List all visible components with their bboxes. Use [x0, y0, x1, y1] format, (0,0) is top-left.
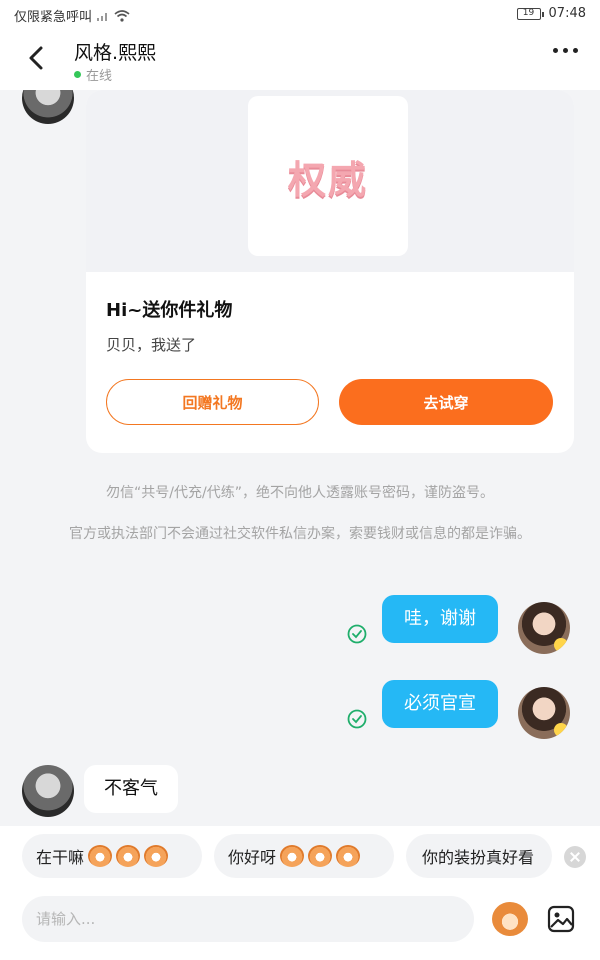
- carrier-text: 仅限紧急呼叫: [14, 10, 93, 25]
- input-bar: [0, 888, 600, 960]
- signal-icon: [97, 12, 108, 21]
- online-dot-icon: [74, 71, 81, 78]
- chat-header: 风格.熙熙 在线: [0, 28, 600, 90]
- contact-name: 风格.熙熙: [74, 42, 157, 64]
- contact-avatar[interactable]: [22, 765, 74, 817]
- sticker-icon[interactable]: [492, 902, 528, 936]
- contact-status: 在线: [74, 65, 112, 84]
- quick-reply-chip[interactable]: 你好呀: [214, 834, 394, 878]
- emoji-badge-icon: [554, 638, 568, 652]
- monkey-emoji-icon: [144, 845, 169, 867]
- delivered-check-icon: [347, 624, 367, 644]
- quick-reply-text: 你好呀: [228, 848, 277, 867]
- monkey-emoji-icon: [280, 845, 305, 867]
- close-icon[interactable]: [564, 846, 586, 868]
- message-bubble-outgoing[interactable]: 必须官宣: [382, 680, 498, 728]
- clock-text: 07:48: [548, 6, 586, 21]
- wifi-icon: [114, 9, 130, 22]
- security-notice: 勿信“共号/代充/代练”，绝不向他人透露账号密码，谨防盗号。: [106, 485, 494, 501]
- quick-reply-text: 你的装扮真好看: [422, 848, 535, 867]
- image-icon[interactable]: [546, 904, 576, 934]
- my-avatar[interactable]: [518, 602, 570, 654]
- monkey-emoji-icon: [336, 845, 361, 867]
- more-options-icon[interactable]: [553, 48, 578, 53]
- return-gift-button[interactable]: 回赠礼物: [106, 379, 319, 425]
- gift-description: 贝贝，我送了: [106, 336, 197, 354]
- gift-title: Hi~送你件礼物: [106, 300, 233, 321]
- quick-reply-bar: 在干嘛 你好呀 你的装扮真好看: [0, 826, 600, 888]
- my-avatar[interactable]: [518, 687, 570, 739]
- try-on-button[interactable]: 去试穿: [339, 379, 553, 425]
- message-input[interactable]: [22, 896, 474, 942]
- monkey-emoji-icon: [88, 845, 113, 867]
- status-left: 仅限紧急呼叫: [14, 6, 130, 25]
- emoji-badge-icon: [554, 723, 568, 737]
- status-right: 19 07:48: [516, 6, 586, 21]
- quick-reply-text: 在干嘛: [36, 848, 85, 867]
- battery-icon: 19: [516, 7, 544, 20]
- status-bar: 仅限紧急呼叫 19 07:48: [0, 0, 600, 28]
- message-bubble-outgoing[interactable]: 哇，谢谢: [382, 595, 498, 643]
- gift-image: 权威: [248, 96, 408, 256]
- chat-message-list[interactable]: 权威 Hi~送你件礼物 贝贝，我送了 回赠礼物 去试穿 勿信“共号/代充/代练”…: [0, 90, 600, 826]
- fraud-notice: 官方或执法部门不会通过社交软件私信办案，索要钱财或信息的都是诈骗。: [69, 526, 531, 542]
- quick-reply-chip[interactable]: 在干嘛: [22, 834, 202, 878]
- monkey-emoji-icon: [116, 845, 141, 867]
- quick-reply-chip[interactable]: 你的装扮真好看: [406, 834, 552, 878]
- gift-card[interactable]: 权威 Hi~送你件礼物 贝贝，我送了 回赠礼物 去试穿: [86, 90, 574, 453]
- contact-avatar[interactable]: [22, 90, 74, 124]
- message-bubble-incoming[interactable]: 不客气: [84, 765, 178, 813]
- monkey-emoji-icon: [308, 845, 333, 867]
- delivered-check-icon: [347, 709, 367, 729]
- gift-image-text: 权威: [287, 156, 368, 202]
- contact-status-text: 在线: [86, 69, 113, 84]
- gift-banner: 权威: [86, 90, 574, 272]
- back-icon[interactable]: [22, 42, 52, 74]
